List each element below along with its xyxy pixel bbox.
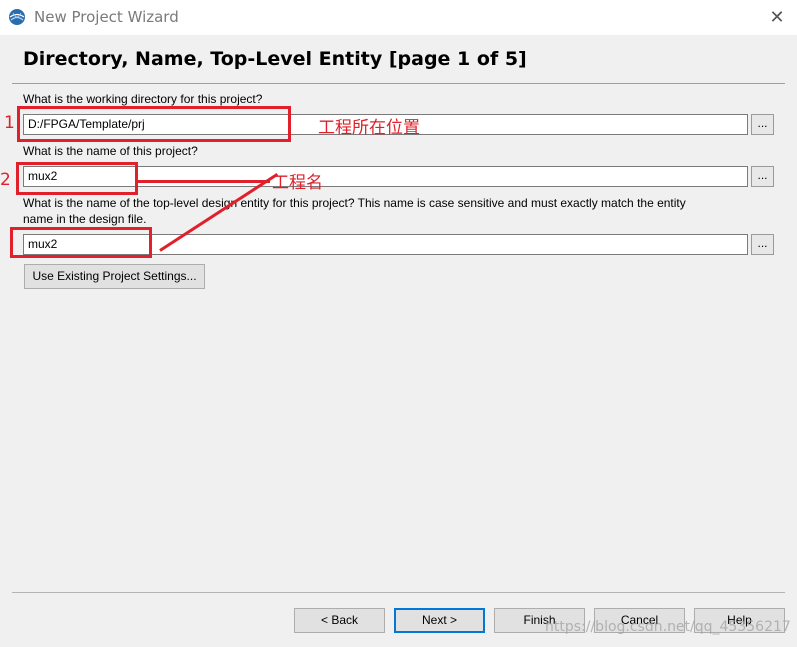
annotation-label-location: 工程所在位置 <box>318 118 420 138</box>
working-directory-label: What is the working directory for this p… <box>23 92 263 106</box>
annotation-box-working-directory <box>17 106 291 142</box>
use-existing-settings-button[interactable]: Use Existing Project Settings... <box>24 264 205 289</box>
quartus-globe-icon <box>9 9 25 25</box>
footer-divider <box>12 592 785 593</box>
top-entity-browse-button[interactable]: ... <box>751 234 774 255</box>
top-entity-label-line2: name in the design file. <box>23 212 147 226</box>
next-button[interactable]: Next > <box>394 608 485 633</box>
working-directory-browse-button[interactable]: ... <box>751 114 774 135</box>
top-entity-label-line1: What is the name of the top-level design… <box>23 196 686 210</box>
annotation-box-top-entity <box>10 227 152 258</box>
page-title: Directory, Name, Top-Level Entity [page … <box>23 48 527 70</box>
close-icon[interactable]: ✕ <box>766 6 788 28</box>
annotation-number-1: 1 <box>4 113 15 133</box>
project-name-browse-button[interactable]: ... <box>751 166 774 187</box>
annotation-label-project-name: 工程名 <box>272 173 323 193</box>
annotation-connector-horizontal <box>138 180 270 183</box>
annotation-number-2: 2 <box>0 170 11 190</box>
window-title: New Project Wizard <box>34 8 179 26</box>
back-button[interactable]: < Back <box>294 608 385 633</box>
watermark-text: https://blog.csdn.net/qq_45356217 <box>545 619 791 635</box>
annotation-box-project-name <box>16 162 138 195</box>
title-bar: New Project Wizard ✕ <box>0 0 797 35</box>
project-name-label: What is the name of this project? <box>23 144 198 158</box>
header-divider <box>12 83 785 84</box>
